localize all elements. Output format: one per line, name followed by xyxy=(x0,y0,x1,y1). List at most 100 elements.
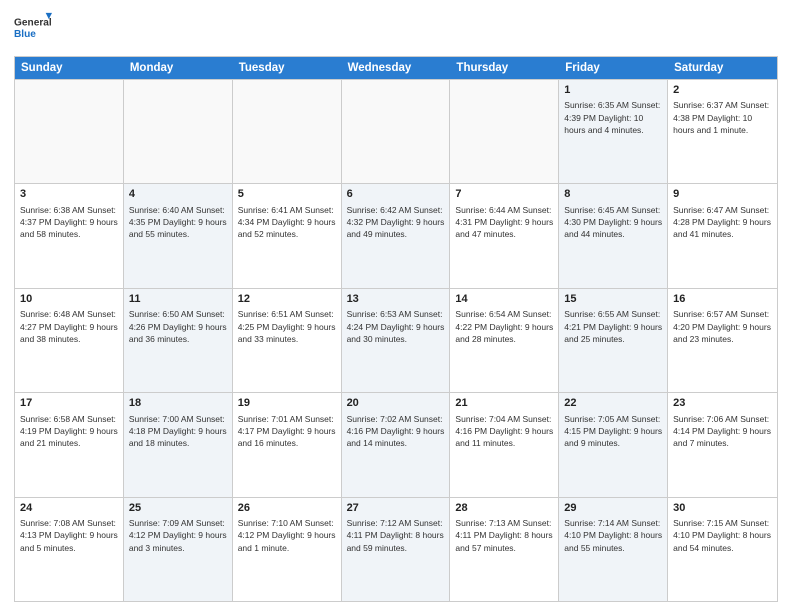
cal-cell: 4 Sunrise: 6:40 AM Sunset: 4:35 PM Daylig… xyxy=(124,184,233,287)
day-info: Sunrise: 7:05 AM Sunset: 4:15 PM Dayligh… xyxy=(564,413,662,450)
cal-header-wednesday: Wednesday xyxy=(342,57,451,79)
day-number: 27 xyxy=(347,501,445,516)
cal-cell: 7Sunrise: 6:44 AM Sunset: 4:31 PM Daylig… xyxy=(450,184,559,287)
cal-cell: 9Sunrise: 6:47 AM Sunset: 4:28 PM Daylig… xyxy=(668,184,777,287)
day-number: 12 xyxy=(238,292,336,307)
logo-svg: General Blue xyxy=(14,10,52,48)
cal-cell: 27Sunrise: 7:12 AM Sunset: 4:11 PM Dayli… xyxy=(342,498,451,601)
cal-cell: 22 Sunrise: 7:05 AM Sunset: 4:15 PM Dayli… xyxy=(559,393,668,496)
day-info: Sunrise: 6:48 AM Sunset: 4:27 PM Dayligh… xyxy=(20,308,118,345)
day-number: 15 xyxy=(564,292,662,307)
day-info: Sunrise: 7:15 AM Sunset: 4:10 PM Dayligh… xyxy=(673,517,772,554)
cal-cell xyxy=(15,80,124,183)
page: General Blue SundayMondayTuesdayWednesda… xyxy=(0,0,792,612)
day-number: 1 xyxy=(564,83,662,98)
cal-week-5: 24Sunrise: 7:08 AM Sunset: 4:13 PM Dayli… xyxy=(15,497,777,601)
day-info: Sunrise: 7:00 AM Sunset: 4:18 PM Dayligh… xyxy=(129,413,227,450)
day-info: Sunrise: 6:44 AM Sunset: 4:31 PM Dayligh… xyxy=(455,204,553,241)
day-info: Sunrise: 7:10 AM Sunset: 4:12 PM Dayligh… xyxy=(238,517,336,554)
svg-text:Blue: Blue xyxy=(14,29,36,40)
cal-cell: 24Sunrise: 7:08 AM Sunset: 4:13 PM Dayli… xyxy=(15,498,124,601)
day-number: 18 xyxy=(129,396,227,411)
day-number: 23 xyxy=(673,396,772,411)
day-number: 21 xyxy=(455,396,553,411)
day-info: Sunrise: 6:47 AM Sunset: 4:28 PM Dayligh… xyxy=(673,204,772,241)
day-number: 17 xyxy=(20,396,118,411)
day-number: 3 xyxy=(20,187,118,202)
cal-cell: 14Sunrise: 6:54 AM Sunset: 4:22 PM Dayli… xyxy=(450,289,559,392)
cal-cell: 3 Sunrise: 6:38 AM Sunset: 4:37 PM Daylig… xyxy=(15,184,124,287)
cal-cell: 16Sunrise: 6:57 AM Sunset: 4:20 PM Dayli… xyxy=(668,289,777,392)
day-info: Sunrise: 6:38 AM Sunset: 4:37 PM Dayligh… xyxy=(20,204,118,241)
day-info: Sunrise: 7:01 AM Sunset: 4:17 PM Dayligh… xyxy=(238,413,336,450)
day-number: 26 xyxy=(238,501,336,516)
day-info: Sunrise: 7:14 AM Sunset: 4:10 PM Dayligh… xyxy=(564,517,662,554)
day-number: 6 xyxy=(347,187,445,202)
cal-cell: 10Sunrise: 6:48 AM Sunset: 4:27 PM Dayli… xyxy=(15,289,124,392)
day-number: 19 xyxy=(238,396,336,411)
day-info: Sunrise: 7:12 AM Sunset: 4:11 PM Dayligh… xyxy=(347,517,445,554)
day-info: Sunrise: 6:51 AM Sunset: 4:25 PM Dayligh… xyxy=(238,308,336,345)
svg-text:General: General xyxy=(14,18,52,29)
day-number: 10 xyxy=(20,292,118,307)
cal-cell: 28Sunrise: 7:13 AM Sunset: 4:11 PM Dayli… xyxy=(450,498,559,601)
calendar-header-row: SundayMondayTuesdayWednesdayThursdayFrid… xyxy=(15,57,777,79)
cal-cell: 23 Sunrise: 7:06 AM Sunset: 4:14 PM Dayli… xyxy=(668,393,777,496)
day-info: Sunrise: 6:41 AM Sunset: 4:34 PM Dayligh… xyxy=(238,204,336,241)
cal-cell: 18 Sunrise: 7:00 AM Sunset: 4:18 PM Dayli… xyxy=(124,393,233,496)
day-info: Sunrise: 6:42 AM Sunset: 4:32 PM Dayligh… xyxy=(347,204,445,241)
day-info: Sunrise: 6:40 AM Sunset: 4:35 PM Dayligh… xyxy=(129,204,227,241)
cal-week-2: 3 Sunrise: 6:38 AM Sunset: 4:37 PM Daylig… xyxy=(15,183,777,287)
day-number: 5 xyxy=(238,187,336,202)
cal-cell: 26Sunrise: 7:10 AM Sunset: 4:12 PM Dayli… xyxy=(233,498,342,601)
cal-header-friday: Friday xyxy=(559,57,668,79)
cal-cell: 29Sunrise: 7:14 AM Sunset: 4:10 PM Dayli… xyxy=(559,498,668,601)
day-info: Sunrise: 7:04 AM Sunset: 4:16 PM Dayligh… xyxy=(455,413,553,450)
logo: General Blue xyxy=(14,10,52,48)
cal-cell: 15Sunrise: 6:55 AM Sunset: 4:21 PM Dayli… xyxy=(559,289,668,392)
cal-cell: 19 Sunrise: 7:01 AM Sunset: 4:17 PM Dayli… xyxy=(233,393,342,496)
day-info: Sunrise: 7:09 AM Sunset: 4:12 PM Dayligh… xyxy=(129,517,227,554)
cal-cell xyxy=(124,80,233,183)
cal-cell: 17 Sunrise: 6:58 AM Sunset: 4:19 PM Dayli… xyxy=(15,393,124,496)
day-info: Sunrise: 6:50 AM Sunset: 4:26 PM Dayligh… xyxy=(129,308,227,345)
cal-header-sunday: Sunday xyxy=(15,57,124,79)
day-info: Sunrise: 6:57 AM Sunset: 4:20 PM Dayligh… xyxy=(673,308,772,345)
day-number: 13 xyxy=(347,292,445,307)
cal-cell: 20Sunrise: 7:02 AM Sunset: 4:16 PM Dayli… xyxy=(342,393,451,496)
day-info: Sunrise: 6:37 AM Sunset: 4:38 PM Dayligh… xyxy=(673,99,772,136)
day-info: Sunrise: 7:06 AM Sunset: 4:14 PM Dayligh… xyxy=(673,413,772,450)
day-number: 28 xyxy=(455,501,553,516)
cal-cell: 1Sunrise: 6:35 AM Sunset: 4:39 PM Daylig… xyxy=(559,80,668,183)
cal-cell: 21 Sunrise: 7:04 AM Sunset: 4:16 PM Dayli… xyxy=(450,393,559,496)
cal-cell: 13Sunrise: 6:53 AM Sunset: 4:24 PM Dayli… xyxy=(342,289,451,392)
cal-cell: 2Sunrise: 6:37 AM Sunset: 4:38 PM Daylig… xyxy=(668,80,777,183)
cal-cell xyxy=(233,80,342,183)
day-number: 11 xyxy=(129,292,227,307)
cal-cell: 6 Sunrise: 6:42 AM Sunset: 4:32 PM Daylig… xyxy=(342,184,451,287)
day-number: 20 xyxy=(347,396,445,411)
cal-week-3: 10Sunrise: 6:48 AM Sunset: 4:27 PM Dayli… xyxy=(15,288,777,392)
day-number: 2 xyxy=(673,83,772,98)
day-info: Sunrise: 6:53 AM Sunset: 4:24 PM Dayligh… xyxy=(347,308,445,345)
day-number: 30 xyxy=(673,501,772,516)
cal-cell: 30Sunrise: 7:15 AM Sunset: 4:10 PM Dayli… xyxy=(668,498,777,601)
day-info: Sunrise: 7:08 AM Sunset: 4:13 PM Dayligh… xyxy=(20,517,118,554)
calendar-body: 1Sunrise: 6:35 AM Sunset: 4:39 PM Daylig… xyxy=(15,79,777,601)
cal-header-saturday: Saturday xyxy=(668,57,777,79)
day-number: 25 xyxy=(129,501,227,516)
cal-cell xyxy=(450,80,559,183)
cal-cell: 8Sunrise: 6:45 AM Sunset: 4:30 PM Daylig… xyxy=(559,184,668,287)
day-number: 16 xyxy=(673,292,772,307)
cal-week-4: 17 Sunrise: 6:58 AM Sunset: 4:19 PM Dayli… xyxy=(15,392,777,496)
cal-header-thursday: Thursday xyxy=(450,57,559,79)
day-info: Sunrise: 7:13 AM Sunset: 4:11 PM Dayligh… xyxy=(455,517,553,554)
cal-cell: 25Sunrise: 7:09 AM Sunset: 4:12 PM Dayli… xyxy=(124,498,233,601)
day-info: Sunrise: 6:35 AM Sunset: 4:39 PM Dayligh… xyxy=(564,99,662,136)
cal-cell: 12Sunrise: 6:51 AM Sunset: 4:25 PM Dayli… xyxy=(233,289,342,392)
cal-cell: 11Sunrise: 6:50 AM Sunset: 4:26 PM Dayli… xyxy=(124,289,233,392)
day-number: 29 xyxy=(564,501,662,516)
day-number: 4 xyxy=(129,187,227,202)
day-number: 22 xyxy=(564,396,662,411)
day-info: Sunrise: 6:58 AM Sunset: 4:19 PM Dayligh… xyxy=(20,413,118,450)
